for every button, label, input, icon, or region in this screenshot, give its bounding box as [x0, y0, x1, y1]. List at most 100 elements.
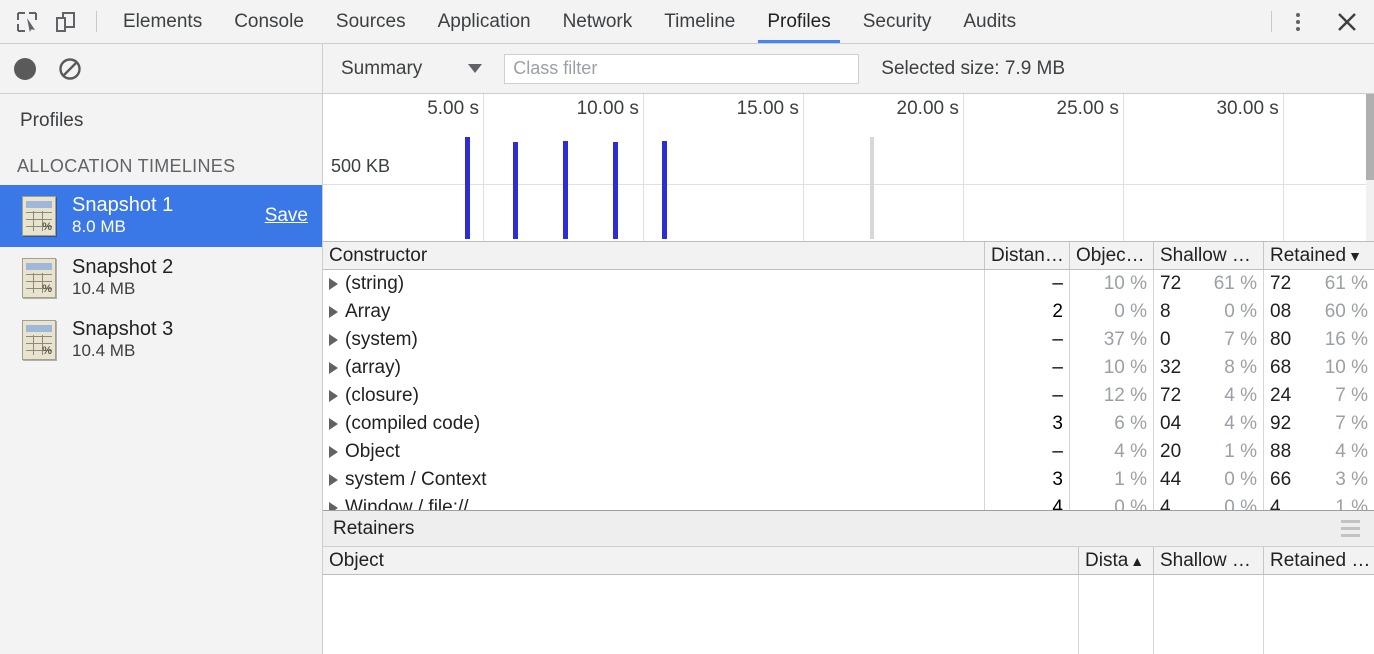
cell-distance: 3 [985, 466, 1070, 494]
timeline-tick-divider [1122, 94, 1124, 241]
column-header-retained-size[interactable]: Retained ▼ [1264, 242, 1374, 269]
overview-scrollbar[interactable] [1366, 94, 1374, 241]
sort-indicator-icon: ▲ [1130, 552, 1145, 569]
column-header-retainer-retained[interactable]: Retained … [1264, 547, 1374, 574]
snapshot-text: Snapshot 2 10.4 MB [72, 256, 308, 299]
column-label: Shallow … [1160, 549, 1251, 571]
profiles-toolbar: Summary Selected size: 7.9 MB [0, 44, 1374, 94]
cell-shallow-size: 72 4 % [1154, 382, 1264, 410]
expand-triangle-icon[interactable] [329, 278, 338, 290]
table-row[interactable]: Array 2 0 % 8 0 % 08 60 % [323, 298, 1374, 326]
column-header-objects-count[interactable]: Objec… [1070, 242, 1154, 269]
retainers-grid: Object Dista ▲ Shallow … Retained … [323, 547, 1374, 654]
overview-scrollbar-thumb[interactable] [1366, 94, 1374, 180]
tab-sources[interactable]: Sources [320, 0, 422, 43]
cell-shallow-size: 44 0 % [1154, 466, 1264, 494]
table-row[interactable]: system / Context 3 1 % 44 0 % 66 3 % [323, 466, 1374, 494]
close-icon[interactable] [1320, 0, 1374, 43]
expand-triangle-icon[interactable] [329, 418, 338, 430]
cell-objects-count: 10 % [1070, 270, 1154, 298]
cell-distance: 4 [985, 494, 1070, 510]
column-label: Retained … [1270, 549, 1371, 571]
constructor-name: Object [345, 441, 400, 462]
cell-constructor: Array [323, 298, 985, 326]
toolbar-divider [96, 11, 97, 32]
shallow-size-value: 4 [1160, 497, 1171, 510]
hamburger-menu-icon[interactable] [1341, 520, 1360, 537]
retainers-body [323, 575, 1374, 654]
cell-constructor: system / Context [323, 466, 985, 494]
tab-security[interactable]: Security [847, 0, 948, 43]
clear-ban-icon[interactable] [58, 57, 82, 81]
sidebar-title: Profiles [20, 110, 84, 131]
tab-console[interactable]: Console [218, 0, 320, 43]
cell-retained-size: 88 4 % [1264, 438, 1374, 466]
table-row[interactable]: Window / file:// 4 0 % 4 0 % 4 1 % [323, 494, 1374, 510]
cell-distance: 2 [985, 298, 1070, 326]
column-header-constructor[interactable]: Constructor [323, 242, 985, 269]
objects-percent: 37 % [1103, 329, 1147, 350]
snapshot-icon: % [22, 320, 56, 360]
table-row[interactable]: (compiled code) 3 6 % 04 4 % 92 7 % [323, 410, 1374, 438]
shallow-size-value: 72 [1160, 273, 1182, 294]
retained-size-value: 24 [1270, 385, 1292, 406]
column-header-retainer-shallow[interactable]: Shallow … [1154, 547, 1264, 574]
timeline-ruler: 5.00 s 10.00 s 15.00 s 20.00 s 25.00 s 30.00 … [323, 94, 1374, 241]
expand-triangle-icon[interactable] [329, 334, 338, 346]
expand-triangle-icon[interactable] [329, 306, 338, 318]
tab-audits[interactable]: Audits [947, 0, 1032, 43]
tab-label: Network [562, 10, 633, 32]
tab-label: Audits [963, 10, 1017, 32]
retainers-section: Retainers Object Dista ▲ Shallow … Retai… [323, 510, 1374, 654]
expand-triangle-icon[interactable] [329, 362, 338, 374]
shallow-size-percent: 8 % [1224, 357, 1257, 378]
objects-percent: 4 % [1114, 441, 1147, 462]
cell-distance: – [985, 326, 1070, 354]
cell-constructor: (system) [323, 326, 985, 354]
sidebar-item-snapshot-3[interactable]: % Snapshot 3 10.4 MB [0, 309, 322, 371]
tab-network[interactable]: Network [547, 0, 649, 43]
timeline-tick-divider [1282, 94, 1284, 241]
retained-size-value: 68 [1270, 357, 1292, 378]
constructor-name: system / Context [345, 469, 487, 490]
expand-triangle-icon[interactable] [329, 446, 338, 458]
snapshot-size: 10.4 MB [72, 279, 136, 299]
tab-elements[interactable]: Elements [107, 0, 218, 43]
view-select[interactable]: Summary [341, 58, 494, 80]
shallow-size-percent: 4 % [1224, 413, 1257, 434]
timeline-allocation-bar [662, 140, 668, 239]
retainers-empty-retained-col [1264, 575, 1374, 654]
allocation-timeline-overview[interactable]: 5.00 s 10.00 s 15.00 s 20.00 s 25.00 s 30.00 … [323, 94, 1374, 242]
snapshot-text: Snapshot 1 8.0 MB [72, 194, 249, 237]
objects-percent: 1 % [1114, 469, 1147, 490]
device-toolbar-icon[interactable] [46, 0, 84, 43]
column-header-object[interactable]: Object [323, 547, 1079, 574]
timeline-dead-allocation-bar [870, 136, 875, 239]
inspect-element-icon[interactable] [8, 0, 46, 43]
table-row[interactable]: (system) – 37 % 0 7 % 80 16 % [323, 326, 1374, 354]
tab-application[interactable]: Application [422, 0, 547, 43]
expand-triangle-icon[interactable] [329, 390, 338, 402]
table-row[interactable]: Object – 4 % 20 1 % 88 4 % [323, 438, 1374, 466]
column-header-distance[interactable]: Distan… [985, 242, 1070, 269]
sidebar-item-snapshot-2[interactable]: % Snapshot 2 10.4 MB [0, 247, 322, 309]
sidebar-item-snapshot-1[interactable]: % Snapshot 1 8.0 MB Save [0, 185, 322, 247]
snapshot-size: 8.0 MB [72, 217, 126, 237]
tab-profiles[interactable]: Profiles [751, 0, 846, 43]
expand-triangle-icon[interactable] [329, 474, 338, 486]
class-filter-input[interactable] [504, 53, 860, 84]
record-circle-icon[interactable] [14, 57, 36, 80]
tab-timeline[interactable]: Timeline [648, 0, 751, 43]
timeline-allocation-bar [612, 141, 618, 239]
shallow-size-value: 72 [1160, 385, 1182, 406]
save-button[interactable]: Save [265, 205, 308, 227]
table-row[interactable]: (string) – 10 % 72 61 % 72 61 % [323, 270, 1374, 298]
expand-triangle-icon[interactable] [329, 502, 338, 510]
cell-objects-count: 4 % [1070, 438, 1154, 466]
more-vertical-icon[interactable] [1276, 0, 1320, 43]
table-row[interactable]: (array) – 10 % 32 8 % 68 10 % [323, 354, 1374, 382]
column-header-retainer-distance[interactable]: Dista ▲ [1079, 547, 1154, 574]
column-header-shallow-size[interactable]: Shallow … [1154, 242, 1264, 269]
timeline-tick-divider [642, 94, 644, 241]
table-row[interactable]: (closure) – 12 % 72 4 % 24 7 % [323, 382, 1374, 410]
